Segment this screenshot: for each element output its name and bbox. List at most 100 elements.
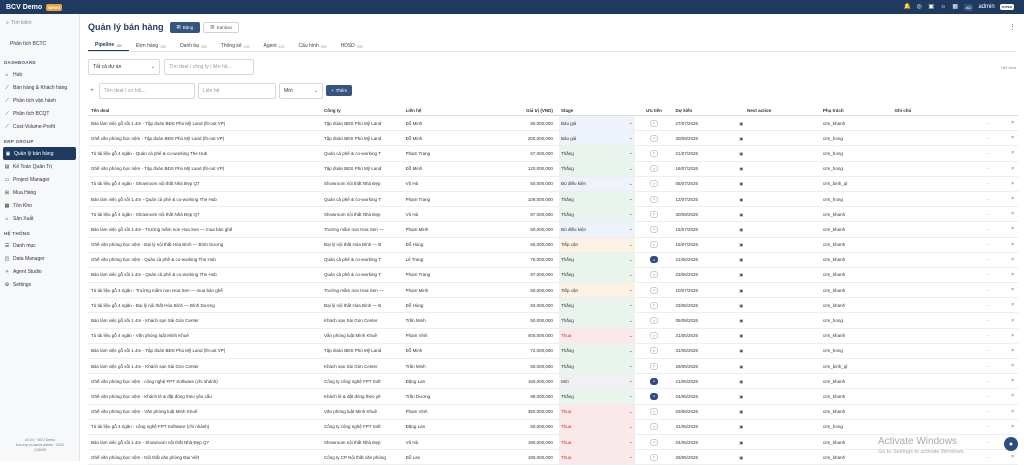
calendar-icon[interactable]: ▣ [739,242,743,247]
calendar-icon[interactable]: ▣ [739,333,743,338]
expected-date-cell[interactable]: 24/05/2026 ▣ [673,389,745,403]
value-cell[interactable]: 87,000,000 [499,207,559,221]
calendar-icon[interactable]: ▣ [739,318,743,323]
next-action-cell[interactable] [745,359,821,373]
expected-date-cell[interactable]: 21/06/2026 ▣ [673,253,745,267]
priority-cell[interactable]: ● [635,389,674,403]
table-row[interactable]: Bàn làm việc gỗ sồi 1.4m - Khách sạn Sài… [88,313,1018,329]
priority-empty-icon[interactable]: ▾ [650,225,659,233]
stage-select[interactable]: Thua ⌄ [558,328,635,343]
note-cell[interactable] [893,238,983,252]
company-cell[interactable]: Tập đoàn BĐS Phú Mỹ Land [322,131,404,145]
calendar-icon[interactable]: ▣ [739,227,743,232]
expected-date-cell[interactable]: 18/07/2026 ▣ [673,162,745,176]
next-action-cell[interactable] [745,116,821,130]
table-row[interactable]: Bàn làm việc gỗ sồi 1.4m - Tập đoàn BĐS … [88,116,1018,132]
more-icon[interactable]: ··· [986,257,990,262]
calendar-icon[interactable]: ▣ [739,409,743,414]
stage-select[interactable]: Thua ⌄ [558,419,635,434]
contact-cell[interactable]: Phạm Vinh [404,405,500,419]
deal-name-cell[interactable]: Ghế văn phòng bọc nệm - Nội thất văn phò… [88,450,322,464]
table-row[interactable]: Ghế văn phòng bọc nệm - Khách lẻ & đặt đ… [88,389,1018,405]
next-action-cell[interactable] [745,146,821,160]
note-cell[interactable] [893,268,983,282]
more-icon[interactable]: ··· [986,227,990,232]
company-cell[interactable]: Khách sạn Sài Gòn Center [322,359,404,373]
note-cell[interactable] [893,146,983,160]
table-row[interactable]: Tủ tài liệu gỗ 4 ngăn - công nghệ FPT So… [88,419,1018,435]
note-cell[interactable] [893,298,983,312]
delete-icon[interactable]: × [1011,196,1014,202]
note-cell[interactable] [893,344,983,358]
deal-name-cell[interactable]: Bàn làm việc gỗ sồi 1.4m - Khách sạn Sài… [88,313,322,327]
chat-fab-button[interactable]: ● [1004,437,1018,451]
note-cell[interactable] [893,162,983,176]
delete-icon[interactable]: × [1011,272,1014,278]
contact-cell[interactable]: Phạm Minh [404,283,500,297]
owner-cell[interactable]: crm_hong [821,162,893,176]
priority-empty-icon[interactable]: ▾ [650,438,659,446]
contact-cell[interactable]: Trần Minh [404,313,500,327]
table-row[interactable]: Bàn làm việc gỗ sồi 1.4m - Quán cà phê &… [88,267,1018,284]
deal-name-cell[interactable]: Bàn làm việc gỗ sồi 1.4m - Quán cà phê &… [88,268,322,282]
more-icon[interactable]: ··· [986,440,990,445]
sidebar-item[interactable]: ⚙ Settings [0,278,79,291]
more-icon[interactable]: ··· [986,364,990,369]
owner-cell[interactable]: crm_hong [821,192,893,206]
priority-empty-icon[interactable]: ▾ [650,134,659,142]
add-deal-button[interactable]: + Thêm [326,85,353,96]
new-deal-name-input[interactable]: Tên deal / cơ hội... [99,82,195,99]
next-action-cell[interactable] [745,374,821,388]
expected-date-cell[interactable]: 03/06/2026 ▣ [673,405,745,419]
expected-date-cell[interactable]: 10/07/2026 ▣ [673,283,745,297]
delete-icon[interactable]: × [1011,166,1014,172]
stage-select[interactable]: Thắng ⌄ [558,267,635,283]
priority-cell[interactable]: ▾ [635,405,674,419]
delete-icon[interactable]: × [1011,318,1014,324]
deal-name-cell[interactable]: Bàn làm việc gỗ sồi 1.4m - Trường mầm no… [88,222,322,236]
delete-icon[interactable]: × [1011,211,1014,217]
expected-date-cell[interactable]: 24/05/2026 ▣ [673,435,745,449]
expected-date-cell[interactable]: 31/05/2026 ▣ [673,344,745,358]
calendar-icon[interactable]: ▣ [739,197,743,202]
owner-cell[interactable]: crm_hong [821,146,893,160]
deal-name-cell[interactable]: Ghế văn phòng bọc nệm - Tập đoàn BĐS Phú… [88,162,322,176]
note-cell[interactable] [893,405,983,419]
priority-empty-icon[interactable]: ▾ [650,195,659,203]
owner-cell[interactable]: crm_khanh [821,116,893,130]
tab-6[interactable]: HDSD 999 [334,43,370,51]
priority-cell[interactable]: ▾ [635,298,674,312]
column-header[interactable]: Giá trị (VND) [499,106,559,115]
next-action-cell[interactable] [745,238,821,252]
company-cell[interactable]: Quán cà phê & co-working T [322,146,404,160]
value-cell[interactable]: 109,000,000 [499,192,559,206]
stage-select[interactable]: Báo giá ⌄ [558,116,635,131]
priority-empty-icon[interactable]: ▾ [650,423,659,431]
value-cell[interactable]: 50,000,000 [499,420,559,434]
contact-cell[interactable]: Đỗ Minh [404,131,500,145]
company-cell[interactable]: Quán cà phê & co-working T [322,268,404,282]
stage-select[interactable]: Thua ⌄ [558,450,635,465]
column-header[interactable]: Công ty [322,106,404,115]
column-header[interactable]: Dự kiến [673,106,745,115]
value-cell[interactable]: 50,000,000 [499,177,559,191]
sidebar-item[interactable]: ▭ Project Manager [0,173,79,186]
table-row[interactable]: Ghế văn phòng bọc nệm - Văn phòng luật M… [88,404,1018,420]
table-row[interactable]: Ghế văn phòng bọc nệm - Đại lý nội thất … [88,237,1018,253]
table-row[interactable]: Tủ tài liệu gỗ 4 ngăn - Đại lý nội thất … [88,298,1018,314]
priority-cell[interactable]: ▾ [635,222,674,236]
next-action-cell[interactable] [745,207,821,221]
app-brand[interactable]: BCV Demo [6,4,42,11]
company-cell[interactable]: Tập đoàn BĐS Phú Mỹ Land [322,116,404,130]
company-cell[interactable]: Trường mầm non Hoa Sen — [322,222,404,236]
contact-cell[interactable]: Lê Trang [404,253,500,267]
owner-cell[interactable]: crm_khanh [821,283,893,297]
next-action-cell[interactable] [745,344,821,358]
next-action-cell[interactable] [745,131,821,145]
tab-1[interactable]: Đơn hàng 150 [129,43,173,51]
next-action-cell[interactable] [745,405,821,419]
delete-icon[interactable]: × [1011,135,1014,141]
value-cell[interactable]: 350,000,000 [499,405,559,419]
more-icon[interactable]: ··· [986,181,990,186]
globe-icon[interactable]: ◎ [916,4,923,11]
